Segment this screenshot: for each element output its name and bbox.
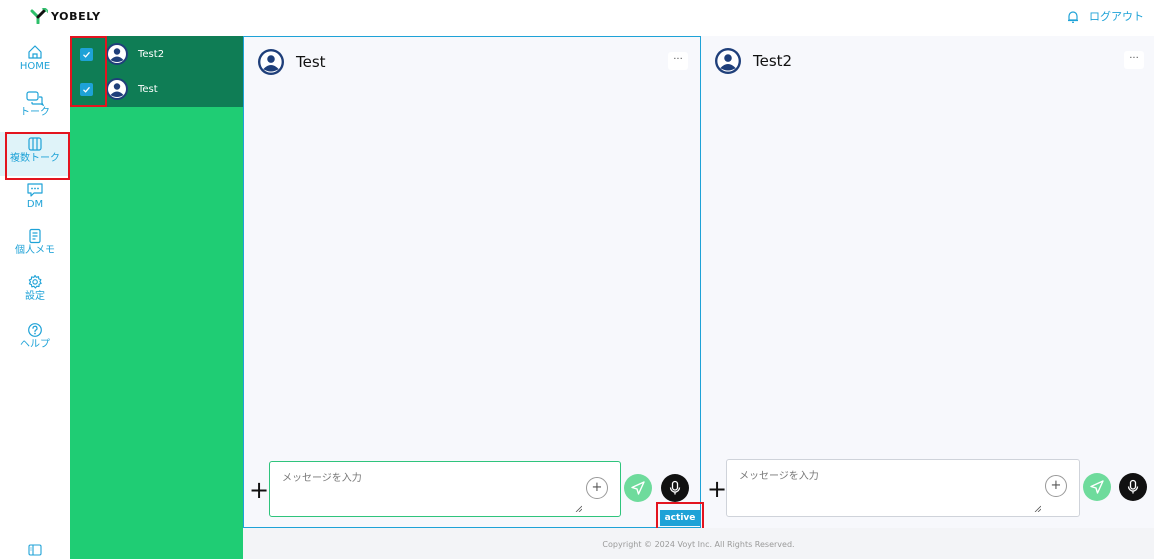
home-icon [28,45,42,59]
nav-label-settings: 設定 [25,291,45,302]
gear-icon [28,274,42,289]
avatar-icon [106,78,128,100]
nav-label-multi-talk: 複数トーク [10,153,60,164]
nav-item-memo[interactable]: 個人メモ [0,224,70,268]
copyright-text: Copyright © 2024 Voyt Inc. All Rights Re… [602,540,795,549]
add-button[interactable]: + [586,477,608,499]
nav-label-help: ヘルプ [20,339,50,350]
room-item[interactable]: Test [70,71,243,107]
top-bar: YOBELY ログアウト [0,0,1154,36]
room-list: Test2 Test [70,36,243,559]
sidebar-toggle-icon [28,544,42,556]
message-input[interactable]: メッセージを入力 + [726,459,1080,517]
resize-grip-icon[interactable] [575,505,582,512]
nav-label-memo: 個人メモ [15,245,55,256]
room-name: Test2 [138,48,165,60]
check-icon [83,51,90,58]
help-icon [28,323,42,337]
room-item[interactable]: Test2 [70,36,243,72]
app-logo[interactable]: YOBELY [30,8,101,24]
message-input[interactable]: メッセージを入力 + [269,461,621,517]
send-icon [631,481,645,495]
avatar-icon [106,43,128,65]
room-name: Test [138,83,158,95]
avatar-icon [258,49,284,75]
resize-grip-icon[interactable] [1034,505,1041,512]
logout-label[interactable]: ログアウト [1089,8,1144,24]
add-attachment-button[interactable]: + [707,477,727,501]
microphone-icon [1127,479,1139,494]
chat-icon [26,91,44,106]
message-placeholder: メッセージを入力 [282,473,362,484]
more-options-button[interactable]: ··· [1124,51,1144,69]
chat-panel-title: Test2 [753,52,793,70]
room-checkbox[interactable] [80,47,93,61]
nav-item-help[interactable]: ヘルプ [0,318,70,362]
more-options-button[interactable]: ··· [668,52,688,70]
add-attachment-button[interactable]: + [249,478,269,502]
message-placeholder: メッセージを入力 [739,471,819,482]
microphone-icon [669,480,681,495]
room-list-selected: Test2 Test [70,36,243,107]
send-button[interactable] [1083,473,1111,501]
send-button[interactable] [624,474,652,502]
chat-panel-header: Test2 [715,48,792,74]
bell-icon[interactable] [1067,10,1079,23]
room-checkbox[interactable] [80,82,93,96]
nav-item-home[interactable]: HOME [0,40,70,84]
nav-item-settings[interactable]: 設定 [0,270,70,314]
voice-input-button[interactable] [1119,473,1147,501]
chat-panel-title: Test [296,53,326,71]
nav-item-talk[interactable]: トーク [0,86,70,130]
yobely-logo-icon [30,8,48,24]
footer: Copyright © 2024 Voyt Inc. All Rights Re… [243,528,1154,559]
nav-label-dm: DM [26,199,44,210]
active-badge: active [660,510,700,526]
logo-text: YOBELY [51,9,101,23]
avatar-icon [715,48,741,74]
columns-icon [28,137,42,151]
send-icon [1090,480,1104,494]
message-dots-icon [27,183,43,197]
nav-label-talk: トーク [20,107,50,118]
chat-panel-test: Test ··· + メッセージを入力 + [243,36,701,528]
add-button[interactable]: + [1045,475,1067,497]
voice-input-button[interactable] [661,474,689,502]
check-icon [83,86,90,93]
nav-item-multi-talk[interactable]: 複数トーク [0,132,70,176]
nav-item-dm[interactable]: DM [0,178,70,222]
memo-icon [29,228,41,244]
chat-panel-header: Test [258,49,326,75]
chat-panel-test2: Test2 ··· + メッセージを入力 + [701,36,1154,528]
logout-link[interactable]: ログアウト [1067,8,1144,24]
nav-label-home: HOME [19,61,51,72]
side-nav: HOME トーク 複数トーク DM 個人メモ 設定 ヘルプ [0,36,70,559]
sidebar-toggle-button[interactable] [28,541,42,559]
